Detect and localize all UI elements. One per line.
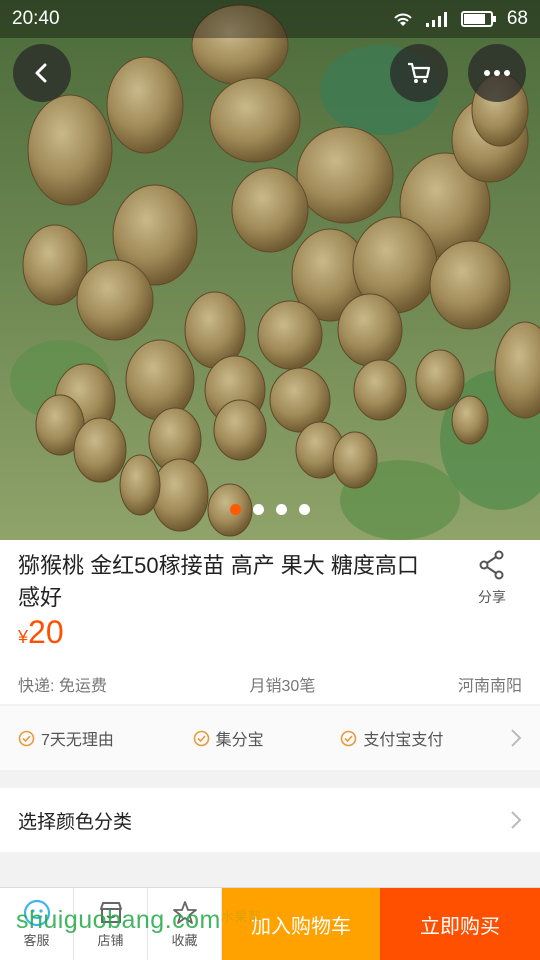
carousel-dot[interactable] bbox=[299, 504, 310, 515]
kiwi-fruit bbox=[332, 431, 378, 489]
kiwi-fruit bbox=[353, 359, 407, 421]
status-bar: 20:40 68 bbox=[0, 0, 540, 38]
share-icon bbox=[479, 550, 504, 580]
kiwi-fruit bbox=[106, 56, 184, 154]
guarantee-item: 7天无理由 bbox=[18, 726, 193, 750]
cart-button[interactable] bbox=[390, 44, 448, 102]
sku-label: 选择颜色分类 bbox=[18, 811, 133, 833]
battery-icon bbox=[460, 11, 496, 27]
product-title: 猕猴桃 金红50稼接苗 高产 果大 糖度高口感好 bbox=[18, 553, 419, 610]
currency-symbol: ¥ bbox=[18, 627, 29, 647]
carousel-dot[interactable] bbox=[230, 504, 241, 515]
watermark-text: shuiguobang.com bbox=[16, 906, 221, 934]
guarantee-label: 集分宝 bbox=[215, 732, 264, 749]
kiwi-photo-illustration bbox=[0, 0, 540, 540]
product-photo[interactable] bbox=[0, 0, 540, 540]
carousel-dot[interactable] bbox=[276, 504, 287, 515]
kiwi-fruit bbox=[231, 167, 309, 253]
check-circle-icon bbox=[193, 730, 209, 746]
guarantee-item: 支付宝支付 bbox=[340, 726, 510, 750]
battery-level: 68 bbox=[506, 8, 528, 29]
share-label: 分享 bbox=[478, 589, 506, 605]
buy-now-button[interactable]: 立即购买 bbox=[380, 888, 540, 960]
check-circle-icon bbox=[341, 730, 357, 746]
watermark-small: 水果帮 bbox=[220, 909, 262, 924]
shipping-info: 快递: 免运费 bbox=[18, 678, 107, 695]
signal-icon bbox=[425, 12, 447, 27]
kiwi-fruit bbox=[73, 417, 127, 483]
more-button[interactable] bbox=[468, 44, 526, 102]
check-circle-icon bbox=[18, 730, 35, 746]
guarantee-item: 集分宝 bbox=[193, 726, 341, 750]
sku-selector[interactable]: 选择颜色分类 bbox=[0, 788, 540, 852]
back-button[interactable] bbox=[13, 44, 71, 102]
cart-icon bbox=[408, 62, 431, 83]
chevron-right-icon bbox=[511, 729, 522, 747]
guarantee-row[interactable]: 7天无理由 集分宝 支付宝支付 bbox=[0, 706, 540, 770]
seller-location: 河南南阳 bbox=[457, 678, 522, 695]
kiwi-fruit bbox=[27, 94, 113, 206]
kiwi-fruit bbox=[429, 240, 511, 330]
price-value: 20 bbox=[28, 614, 64, 650]
kiwi-fruit bbox=[415, 349, 465, 411]
kiwi-fruit bbox=[296, 126, 394, 224]
wifi-icon bbox=[394, 13, 412, 26]
more-dots-icon bbox=[484, 70, 510, 76]
kiwi-fruit bbox=[76, 259, 154, 341]
carousel-dot[interactable] bbox=[253, 504, 264, 515]
kiwi-fruit bbox=[209, 77, 301, 163]
kiwi-fruit bbox=[125, 339, 195, 421]
guarantee-label: 7天无理由 bbox=[41, 732, 114, 749]
kiwi-fruit bbox=[257, 300, 323, 370]
product-detail-page: 20:40 68 猕猴桃 金红50稼接苗 高产 果大 糖度高口感好 分享 ¥20… bbox=[0, 0, 540, 960]
product-info-card: 猕猴桃 金红50稼接苗 高产 果大 糖度高口感好 分享 ¥20 快递: 免运费 … bbox=[0, 540, 540, 704]
kiwi-fruit bbox=[213, 399, 267, 461]
kiwi-fruit bbox=[151, 458, 209, 532]
share-button[interactable]: 分享 bbox=[464, 550, 520, 607]
guarantee-label: 支付宝支付 bbox=[363, 732, 444, 749]
chevron-right-icon bbox=[511, 811, 522, 829]
product-meta: 快递: 免运费 月销30笔 河南南阳 bbox=[18, 672, 522, 696]
kiwi-fruit bbox=[451, 395, 489, 445]
kiwi-fruit bbox=[337, 293, 403, 367]
chevron-left-icon bbox=[35, 63, 47, 83]
watermark: shuiguobang.com水果帮 bbox=[16, 906, 261, 935]
carousel-indicator bbox=[0, 504, 540, 515]
monthly-sales: 月销30笔 bbox=[249, 678, 316, 695]
product-price: ¥20 bbox=[18, 614, 64, 651]
clock: 20:40 bbox=[12, 8, 60, 29]
